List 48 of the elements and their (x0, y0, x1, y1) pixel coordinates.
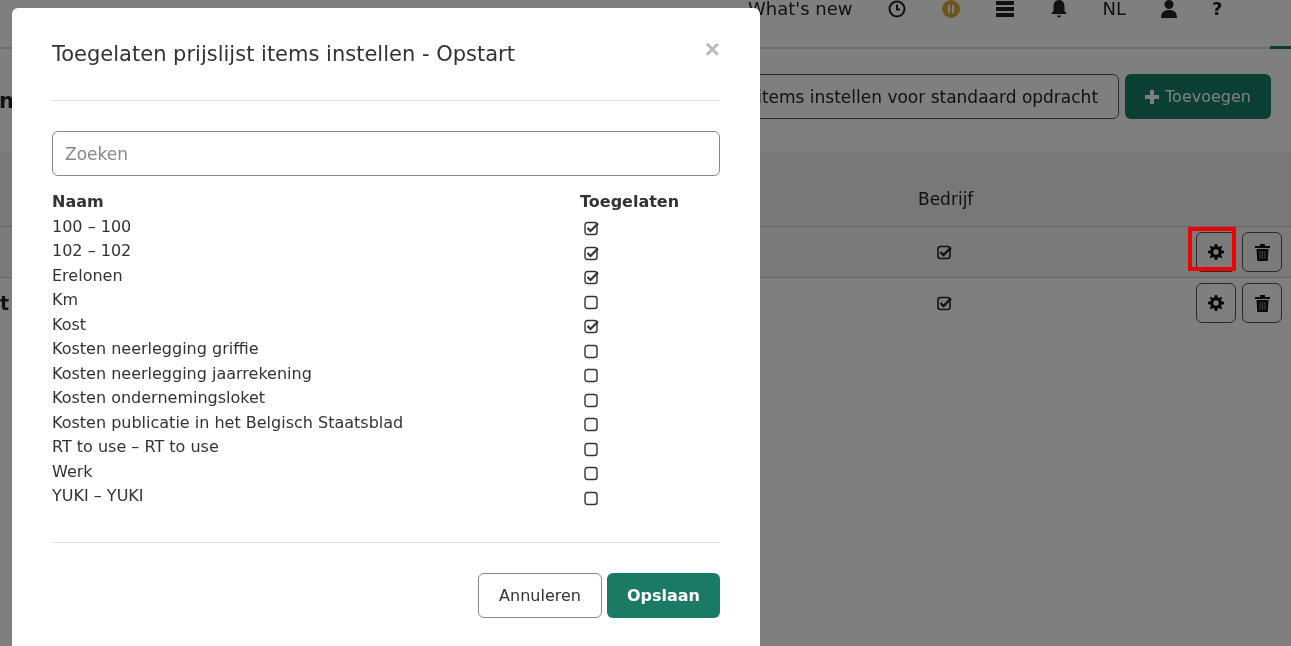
plus-icon (1145, 89, 1160, 104)
settings-button[interactable] (1196, 283, 1236, 323)
item-name: Kost (52, 314, 88, 336)
cancel-button[interactable]: Annuleren (478, 572, 602, 618)
item-name: Kosten neerlegging griffie (52, 339, 260, 360)
item-name: 100 – 100 (52, 216, 133, 238)
settings-icon (1208, 244, 1224, 260)
server-icon[interactable] (994, 0, 1015, 19)
item-name: YUKI – YUKI (52, 486, 145, 507)
checked-checkbox[interactable] (584, 270, 599, 286)
delete-button[interactable] (1242, 232, 1282, 272)
item-name: Kosten neerlegging jaarrekening (52, 363, 313, 385)
checked-checkbox[interactable] (584, 319, 599, 335)
checked-checkbox[interactable] (584, 221, 599, 237)
table-cell: t (0, 292, 10, 314)
item-name: Kosten ondernemingsloket (52, 388, 267, 409)
checkbox[interactable] (584, 392, 599, 408)
checkbox[interactable] (584, 466, 599, 482)
delete-button[interactable] (1242, 283, 1282, 323)
item-name: Kosten publicatie in het Belgisch Staatsblad (52, 412, 405, 434)
checkbox[interactable] (584, 343, 599, 359)
save-button[interactable]: Opslaan (606, 572, 720, 618)
item-name: Km (52, 290, 80, 311)
search-field[interactable]: Zoeken (52, 131, 720, 176)
bell-icon[interactable] (1048, 0, 1069, 19)
settings-icon (1208, 295, 1224, 311)
checkbox[interactable] (584, 368, 599, 384)
add-button[interactable]: Toevoegen (1125, 74, 1271, 119)
column-header: Toegelaten (580, 192, 681, 213)
column-header: Bedrijf (918, 189, 974, 209)
column-header: Naam (52, 192, 105, 213)
checkbox[interactable] (584, 417, 599, 433)
item-name: Werk (52, 461, 94, 483)
clock-icon[interactable] (886, 0, 907, 19)
language-selector[interactable]: NL (1102, 0, 1127, 19)
page-heading: n (0, 88, 14, 113)
checked-checkbox[interactable] (584, 245, 599, 261)
item-name: RT to use – RT to use (52, 437, 220, 458)
checkbox[interactable] (584, 441, 599, 457)
checkbox[interactable] (584, 294, 599, 310)
help-link[interactable]: ? (1212, 0, 1223, 19)
item-name: Erelonen (52, 265, 124, 287)
trash-icon (1254, 294, 1270, 312)
checkbox[interactable] (584, 490, 599, 506)
trash-icon (1254, 243, 1270, 261)
dialog-title: Toegelaten prijslijst items instellen - Opstart (52, 42, 515, 66)
user-icon[interactable] (1160, 0, 1179, 19)
item-name: 102 – 102 (52, 241, 133, 262)
